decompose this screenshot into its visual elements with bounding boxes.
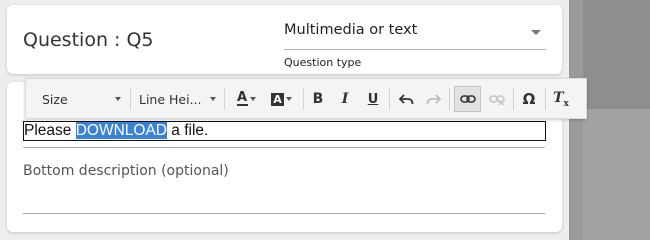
- bottom-description-input[interactable]: Bottom description (optional): [23, 163, 229, 179]
- omega-icon: Ω: [522, 90, 536, 108]
- unlink-button[interactable]: [486, 86, 508, 112]
- background-panel-lower: [583, 109, 650, 240]
- toolbar-separator: [449, 88, 450, 110]
- chevron-down-icon: [286, 97, 292, 101]
- question-type-field: Multimedia or text Question type: [284, 19, 546, 69]
- line-height-label: Line Hei...: [139, 91, 202, 107]
- toolbar-separator: [303, 88, 304, 110]
- background-panel: [569, 0, 650, 240]
- bold-button[interactable]: B: [307, 86, 329, 112]
- background-color-button[interactable]: A: [266, 86, 297, 112]
- clear-formatting-icon: Tx: [553, 89, 569, 109]
- font-size-label: Size: [42, 91, 68, 107]
- link-icon: [459, 95, 476, 103]
- text-color-button[interactable]: A: [231, 86, 261, 112]
- toolbar-separator: [545, 88, 546, 110]
- background-color-icon: A: [271, 92, 284, 106]
- editor-underline: [23, 147, 545, 148]
- bottom-description-underline: [23, 213, 545, 214]
- question-type-value: Multimedia or text: [284, 22, 418, 38]
- toolbar-separator: [513, 88, 514, 110]
- question-type-select[interactable]: Multimedia or text: [284, 19, 546, 50]
- editor-text: Please: [24, 122, 76, 139]
- chevron-down-icon: [115, 97, 121, 101]
- dropdown-caret-icon: [531, 30, 541, 35]
- chevron-down-icon: [210, 97, 216, 101]
- editor-selected-text: DOWNLOAD: [75, 122, 167, 139]
- font-size-dropdown[interactable]: Size: [42, 86, 123, 112]
- line-height-dropdown[interactable]: Line Hei...: [139, 86, 218, 112]
- special-character-button[interactable]: Ω: [518, 86, 540, 112]
- question-title: Question : Q5: [23, 29, 154, 51]
- italic-icon: I: [341, 91, 349, 107]
- redo-button[interactable]: [422, 86, 444, 112]
- toolbar-separator: [224, 88, 225, 110]
- bold-icon: B: [312, 91, 324, 107]
- undo-icon: [398, 94, 413, 105]
- underline-button[interactable]: U: [362, 86, 384, 112]
- redo-icon: [426, 94, 441, 105]
- editor-text: a file.: [167, 122, 209, 139]
- chevron-down-icon: [249, 97, 256, 101]
- clear-formatting-button[interactable]: Tx: [550, 86, 572, 112]
- undo-button[interactable]: [395, 86, 417, 112]
- toolbar-separator: [130, 88, 131, 110]
- rich-text-toolbar: Size Line Hei... A A B I U Ω Tx: [25, 78, 587, 119]
- underline-icon: U: [367, 91, 379, 107]
- question-header-card: Question : Q5 Multimedia or text Questio…: [7, 5, 562, 74]
- question-type-label: Question type: [284, 56, 362, 69]
- unlink-icon: [489, 95, 505, 105]
- link-button[interactable]: [454, 86, 481, 112]
- italic-button[interactable]: I: [334, 86, 356, 112]
- rich-text-editor[interactable]: Please DOWNLOAD a file.: [23, 121, 546, 141]
- text-color-icon: A: [236, 90, 248, 106]
- toolbar-separator: [389, 88, 390, 110]
